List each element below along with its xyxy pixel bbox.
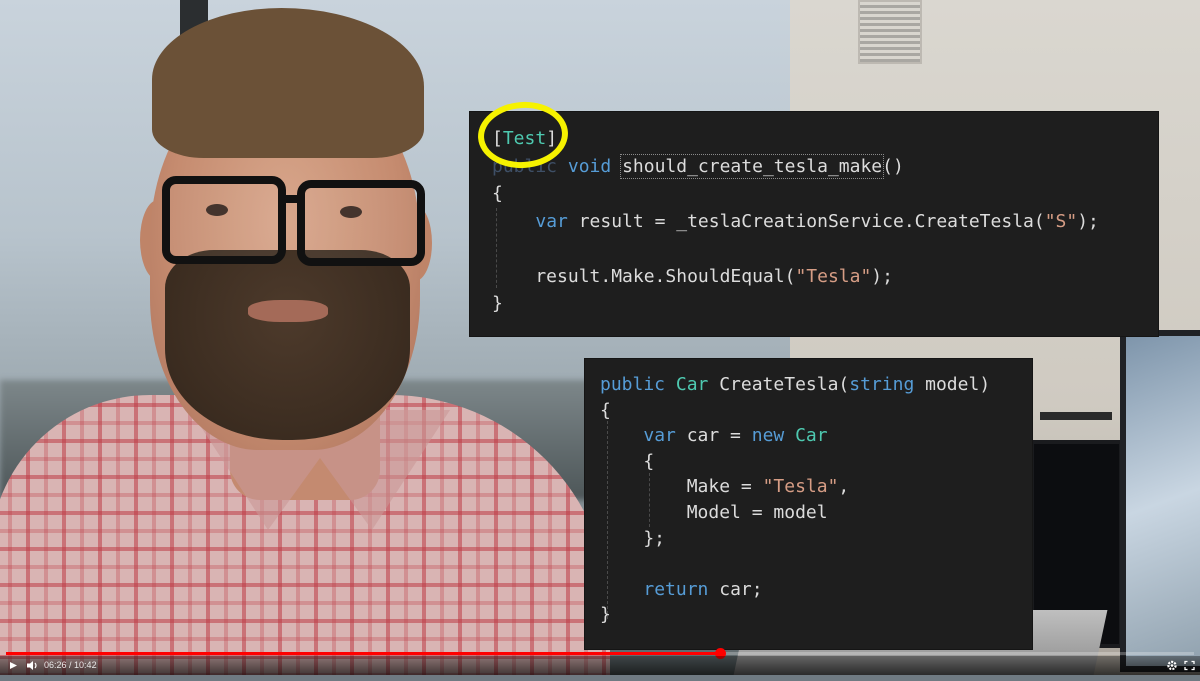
play-button[interactable] — [8, 656, 18, 675]
code-token: result = _teslaCreationService.CreateTes… — [567, 210, 1045, 232]
code-token: car = — [675, 425, 752, 447]
code-line: { — [600, 398, 611, 424]
player-control-bar: 06:26 / 10:42 — [0, 656, 1200, 675]
fullscreen-icon — [1184, 660, 1195, 671]
desk-lamp — [1040, 412, 1112, 420]
code-line: { — [492, 181, 503, 207]
code-token: "Tesla" — [762, 476, 839, 498]
glasses-bridge — [280, 195, 302, 203]
desktop-monitor — [1120, 330, 1200, 672]
fullscreen-button[interactable] — [1184, 656, 1195, 675]
code-panel-create-tesla-method: public Car CreateTesla(string model){ va… — [585, 359, 1032, 649]
play-icon — [10, 662, 17, 669]
code-line: } — [492, 291, 503, 317]
glasses-lens-left — [162, 176, 286, 264]
current-time: 06:26 — [44, 660, 67, 670]
code-line: Make = "Tesla", — [600, 474, 850, 500]
code-token: new — [751, 425, 796, 447]
code-token: CreateTesla( — [708, 374, 850, 395]
code-token: "Tesla" — [795, 265, 872, 287]
code-token: () — [882, 155, 904, 177]
code-token: void — [557, 155, 623, 177]
presenter-mouth — [248, 300, 328, 322]
code-token: should_create_tesla_make — [620, 153, 885, 179]
gear-icon — [1167, 660, 1177, 671]
code-line: { — [600, 449, 654, 475]
progress-played — [6, 652, 720, 655]
code-token: Model = model — [600, 502, 828, 523]
code-token: var — [535, 210, 568, 232]
time-separator: / — [66, 660, 75, 670]
code-line: return car; — [600, 577, 763, 603]
code-token: } — [492, 293, 503, 314]
code-token: model) — [914, 374, 991, 395]
code-token: Car — [675, 374, 709, 395]
air-vent — [858, 0, 922, 64]
code-token: public — [600, 374, 676, 395]
code-token: ); — [1077, 210, 1099, 232]
settings-button[interactable] — [1166, 656, 1178, 675]
code-line: } — [600, 602, 611, 628]
code-token: return — [643, 578, 709, 600]
code-token: ); — [871, 265, 893, 287]
glasses-lens-right — [297, 180, 425, 266]
total-duration: 10:42 — [74, 660, 97, 670]
code-line: Model = model — [600, 500, 828, 526]
presenter-beard — [165, 250, 410, 440]
code-token: { — [600, 399, 611, 421]
code-token: } — [600, 604, 611, 626]
code-line: }; — [600, 526, 665, 552]
code-token: result.Make.ShouldEqual( — [492, 265, 796, 287]
code-panel-test-method: [Test] public void should_create_tesla_ma… — [470, 112, 1158, 336]
progress-bar[interactable] — [6, 648, 1194, 659]
code-token: , — [838, 476, 850, 498]
code-line: var result = _teslaCreationService.Creat… — [492, 209, 1099, 235]
volume-button[interactable] — [26, 656, 40, 675]
volume-icon — [27, 661, 37, 670]
code-line: var car = new Car — [600, 423, 828, 449]
code-token: car; — [708, 578, 763, 600]
code-token: "S" — [1044, 210, 1078, 232]
code-line: public Car CreateTesla(string model) — [600, 372, 990, 398]
code-token: Make = — [600, 476, 763, 498]
code-token: { — [600, 450, 655, 472]
code-line: result.Make.ShouldEqual("Tesla"); — [492, 264, 893, 290]
code-token: }; — [600, 527, 666, 549]
time-display: 06:26 / 10:42 — [44, 656, 97, 675]
code-token: var — [643, 425, 676, 447]
code-token: string — [849, 374, 915, 395]
code-token: { — [492, 183, 503, 204]
code-token: Car — [795, 425, 828, 447]
